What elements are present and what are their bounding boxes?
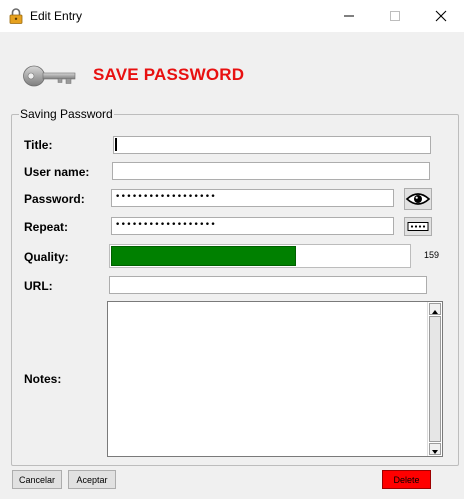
accept-button[interactable]: Aceptar	[68, 470, 116, 489]
quality-bar-fill	[111, 246, 296, 266]
delete-button[interactable]: Delete	[382, 470, 431, 489]
maximize-icon	[390, 11, 400, 21]
title-input[interactable]	[113, 136, 431, 154]
notes-textarea[interactable]	[107, 301, 443, 457]
header: SAVE PASSWORD	[0, 32, 464, 112]
key-icon	[23, 65, 76, 87]
repeat-label: Repeat:	[24, 220, 69, 234]
password-label: Password:	[24, 192, 85, 206]
scroll-down-button[interactable]	[429, 443, 441, 455]
username-input[interactable]	[112, 162, 430, 180]
text-caret	[115, 138, 117, 151]
quality-bar	[109, 244, 411, 268]
eye-icon	[405, 193, 431, 205]
title-label: Title:	[24, 138, 53, 152]
password-input[interactable]: ••••••••••••••••••	[111, 189, 394, 207]
notes-scrollbar[interactable]	[427, 302, 442, 456]
edit-entry-window: Edit Entry SAVE PASSWORD Saving Password…	[0, 0, 464, 499]
scroll-thumb[interactable]	[429, 316, 441, 442]
group-legend: Saving Password	[19, 107, 114, 121]
url-input[interactable]	[109, 276, 427, 294]
minimize-button[interactable]	[326, 0, 372, 32]
url-label: URL:	[24, 279, 53, 293]
generate-password-button[interactable]	[404, 217, 432, 236]
scroll-up-button[interactable]	[429, 303, 441, 315]
dots-icon	[407, 222, 429, 231]
show-password-button[interactable]	[404, 188, 432, 210]
repeat-input[interactable]: ••••••••••••••••••	[111, 217, 394, 235]
lock-icon	[9, 8, 23, 24]
window-title: Edit Entry	[30, 9, 83, 23]
repeat-mask: ••••••••••••••••••	[115, 220, 216, 230]
header-title: SAVE PASSWORD	[93, 65, 245, 84]
quality-label: Quality:	[24, 250, 69, 264]
cancel-button[interactable]: Cancelar	[12, 470, 62, 489]
close-button[interactable]	[418, 0, 464, 32]
password-mask: ••••••••••••••••••	[115, 192, 216, 202]
arrow-down-icon	[432, 450, 438, 454]
quality-value: 159	[424, 250, 440, 260]
username-label: User name:	[24, 165, 90, 179]
title-bar: Edit Entry	[0, 0, 464, 32]
close-icon	[435, 10, 447, 22]
notes-label: Notes:	[24, 372, 62, 386]
maximize-button[interactable]	[372, 0, 418, 32]
minimize-icon	[344, 15, 354, 17]
